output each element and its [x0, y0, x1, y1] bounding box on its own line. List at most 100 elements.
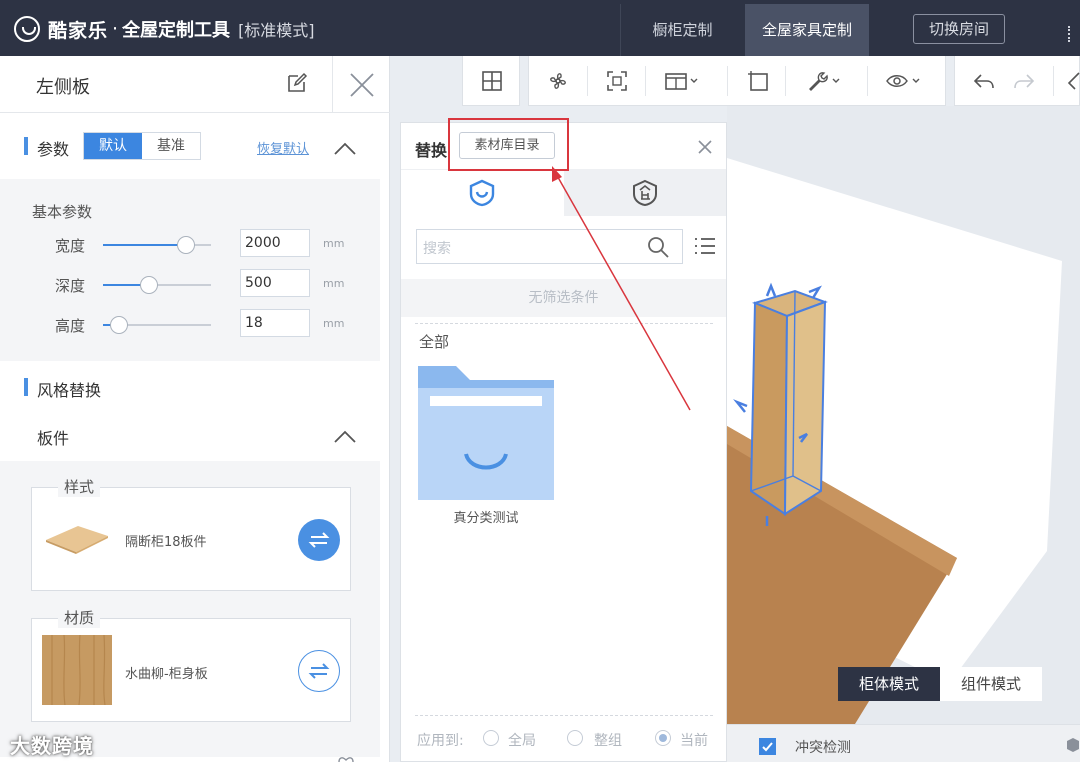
cabinet-mode-button[interactable]: 柜体模式 [838, 667, 940, 701]
style-swap-button[interactable] [298, 519, 340, 561]
toolbar-group-history [954, 56, 1080, 106]
edit-icon[interactable] [286, 72, 308, 94]
cabinet-view-dropdown-icon[interactable] [663, 69, 703, 93]
param-label: 深度 [55, 277, 86, 295]
param-row-width: 宽度 2000 mm [0, 229, 380, 261]
panel-header: 左侧板 [0, 56, 390, 113]
apply-current-label: 当前 [680, 733, 708, 749]
close-panel-button[interactable] [332, 56, 390, 113]
top-bar: 酷家乐 · 全屋定制工具 [标准模式] 橱柜定制 全屋家具定制 切换房间 [0, 0, 1080, 56]
depth-slider[interactable] [103, 276, 211, 294]
slider-knob[interactable] [140, 276, 159, 294]
material-name: 水曲柳-柜身板 [125, 667, 208, 682]
grid-icon[interactable] [479, 69, 505, 93]
enterprise-icon [633, 179, 657, 207]
undo-icon[interactable] [971, 69, 997, 93]
tab-wholehouse-custom[interactable]: 全屋家具定制 [745, 4, 869, 56]
swap-icon [308, 532, 330, 548]
section-marker [24, 137, 28, 155]
param-label: 宽度 [55, 237, 86, 255]
collision-check-checkbox[interactable] [759, 738, 776, 755]
folder-icon[interactable] [418, 366, 554, 500]
apply-global-radio[interactable] [483, 730, 499, 746]
params-mode-toggle: 默认 基准 [83, 132, 201, 160]
board-label: 板件 [37, 429, 70, 448]
folder-name: 真分类测试 [453, 511, 519, 526]
fan-icon[interactable] [545, 69, 571, 93]
3d-viewport[interactable] [727, 106, 1080, 724]
divider [415, 323, 713, 324]
cube-icon[interactable] [1067, 737, 1080, 753]
mode-switch: 柜体模式 组件模式 [838, 667, 1042, 701]
collision-check-label: 冲突检测 [795, 740, 851, 756]
chevron-up-icon[interactable] [333, 430, 357, 444]
depth-input[interactable]: 500 [240, 269, 310, 297]
slider-fill [103, 244, 187, 246]
param-label: 高度 [55, 317, 86, 335]
no-filter-bar[interactable]: 无筛选条件 [401, 279, 726, 317]
search-placeholder: 搜索 [423, 241, 451, 257]
eye-dropdown-icon[interactable] [885, 69, 925, 93]
apply-current-radio[interactable] [655, 730, 671, 746]
brand-separator: · [112, 18, 119, 40]
search-input[interactable]: 搜索 [416, 229, 683, 264]
focus-icon[interactable] [604, 69, 630, 93]
slider-knob[interactable] [177, 236, 196, 254]
brand: 酷家乐 · 全屋定制工具 [标准模式] [14, 14, 315, 44]
category-all-label: 全部 [419, 333, 450, 351]
search-icon[interactable] [646, 235, 670, 259]
apply-group-radio[interactable] [567, 730, 583, 746]
annotation-highlight-box [448, 118, 569, 171]
toolbar-group-layout [462, 56, 520, 106]
style-replace-label: 风格替换 [37, 381, 102, 400]
heart-icon[interactable] [338, 756, 354, 762]
library-tabs [401, 169, 726, 216]
apply-to-label: 应用到: [417, 733, 464, 749]
shield-smile-icon [469, 179, 495, 207]
seg-default[interactable]: 默认 [84, 133, 142, 159]
frame-icon[interactable] [745, 69, 771, 93]
redo-icon[interactable] [1011, 69, 1037, 93]
tool-name: 全屋定制工具 [122, 20, 231, 41]
tab-cabinet-custom[interactable]: 橱柜定制 [620, 4, 744, 56]
list-view-icon[interactable] [693, 236, 717, 256]
style-name: 隔断柜18板件 [125, 535, 207, 550]
height-slider[interactable] [103, 316, 211, 334]
restore-default-link[interactable]: 恢复默认 [257, 138, 309, 157]
slider-knob[interactable] [110, 316, 129, 334]
apply-global-label: 全局 [508, 733, 536, 749]
switch-room-button[interactable]: 切换房间 [913, 14, 1005, 44]
brand-logo-icon [14, 16, 40, 42]
unit-label: mm [323, 237, 345, 250]
height-input[interactable]: 18 [240, 309, 310, 337]
close-icon[interactable] [695, 137, 715, 157]
wood-texture-icon [42, 635, 112, 705]
basic-params-title: 基本参数 [32, 203, 93, 221]
replace-panel: 替换 素材库目录 搜索 无筛选条件 全部 真分类测试 应用到: 全局 整组 当前 [400, 122, 727, 762]
tab-public-library[interactable] [401, 170, 563, 216]
style-legend: 样式 [58, 476, 101, 497]
component-mode-button[interactable]: 组件模式 [940, 667, 1042, 701]
material-swap-button[interactable] [298, 650, 340, 692]
param-row-depth: 深度 500 mm [0, 269, 380, 301]
params-section-label: 参数 [37, 140, 70, 159]
apply-group-label: 整组 [594, 733, 622, 749]
basic-params-box: 基本参数 宽度 2000 mm 深度 500 mm 高度 18 mm [0, 179, 380, 361]
watermark: 大数跨境 [10, 734, 94, 758]
seg-base[interactable]: 基准 [142, 133, 200, 159]
tab-enterprise-library[interactable] [564, 170, 726, 216]
chevron-up-icon[interactable] [333, 142, 357, 156]
wrench-dropdown-icon[interactable] [805, 69, 845, 93]
board-options-box: 样式 隔断柜18板件 材质 水曲柳-柜身板 [0, 461, 380, 757]
width-slider[interactable] [103, 236, 211, 254]
separator [587, 66, 588, 96]
separator [785, 66, 786, 96]
toolbar-group-tools [528, 56, 946, 106]
eraser-icon[interactable] [1067, 69, 1080, 93]
material-legend: 材质 [58, 607, 101, 628]
more-icon[interactable] [1068, 26, 1072, 42]
section-marker [24, 378, 28, 396]
width-input[interactable]: 2000 [240, 229, 310, 257]
replace-title: 替换 [415, 141, 448, 160]
brand-name: 酷家乐 [48, 19, 109, 42]
